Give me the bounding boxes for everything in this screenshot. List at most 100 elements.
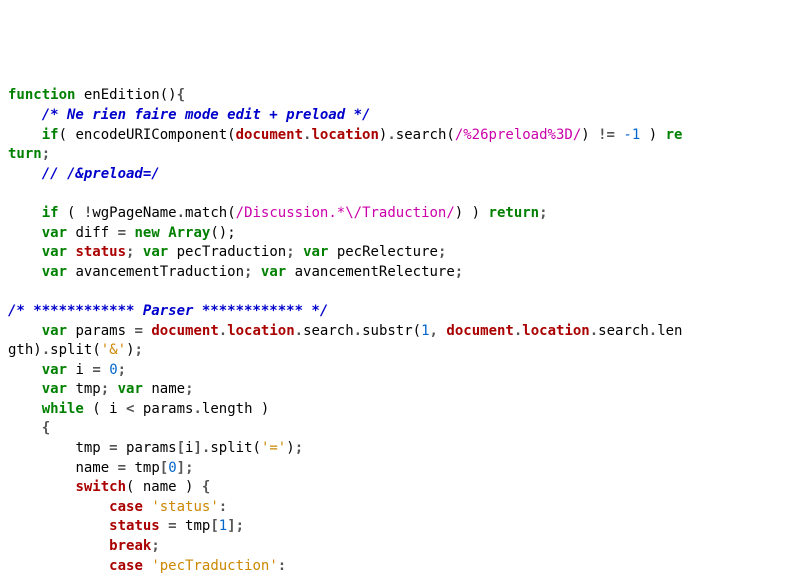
comment: /* Ne rien faire mode edit + preload */ [42,107,371,123]
object-document: document [446,323,513,339]
bracket-open: [ [177,440,185,456]
class-array: Array [168,225,210,241]
keyword-new: new [134,225,159,241]
paren-close: ) [286,440,294,456]
semicolon: ; [185,381,193,397]
keyword-var: var [303,244,328,260]
semicolon: ; [135,342,143,358]
string: '=' [261,440,286,456]
prop-search: search [303,323,354,339]
keyword-while: while [42,401,84,417]
brace-open: { [42,420,50,436]
paren-close: ) [649,127,657,143]
bracket-close: ] [193,440,201,456]
semicolon: ; [539,205,547,221]
paren-open: ( [413,323,421,339]
semicolon: ; [295,440,303,456]
method-split: split [50,342,92,358]
string: 'status' [151,499,218,515]
semicolon: ; [101,381,109,397]
object-location: location [227,323,294,339]
op-assign: = [134,323,142,339]
keyword-var: var [42,264,67,280]
colon: : [278,558,286,574]
dot: . [295,323,303,339]
semicolon: ; [118,362,126,378]
identifier: tmp [67,381,101,397]
dot: . [42,342,50,358]
op-assign: = [92,362,100,378]
identifier-status: status [75,244,126,260]
identifier: avancementRelecture [286,264,455,280]
identifier: tmp [177,518,211,534]
brace-open: { [202,479,210,495]
identifier: params [118,440,177,456]
paren-close: ) [253,401,270,417]
number: 0 [168,460,176,476]
identifier: tmp [126,460,160,476]
bracket-open: [ [160,460,168,476]
keyword-switch: switch [75,479,126,495]
identifier: name [134,479,185,495]
keyword-if: if [42,127,59,143]
dot: . [387,127,395,143]
semicolon: ; [185,460,193,476]
identifier: i [109,401,126,417]
keyword-case: case [109,558,143,574]
identifier: name [143,381,185,397]
prop-gth: gth [8,342,33,358]
paren-close: ) [463,205,488,221]
method-split: split [210,440,252,456]
fn-call: encodeURIComponent [67,127,227,143]
regex: /%26preload%3D/ [455,127,581,143]
semicolon: ; [236,518,244,534]
identifier: params [67,323,134,339]
parens: (); [210,225,235,241]
object-document: document [236,127,303,143]
code-block: function enEdition(){ /* Ne rien faire m… [8,87,682,573]
semicolon: ; [438,244,446,260]
keyword-return-part: re [666,127,683,143]
identifier: name [75,460,117,476]
paren-open: ( [227,127,235,143]
identifier: wgPageName [92,205,176,221]
op-assign: = [109,440,117,456]
paren-open: ( [59,127,67,143]
comment: // /&preload=/ [42,166,160,182]
identifier: diff [67,225,118,241]
number: -1 [623,127,640,143]
brace-open: { [177,87,185,103]
keyword-var: var [42,381,67,397]
dot: . [649,323,657,339]
dot: . [590,323,598,339]
object-location: location [311,127,378,143]
comma: , [430,323,438,339]
prop-length: length [202,401,253,417]
dot: . [193,401,201,417]
semicolon: ; [42,146,50,162]
paren-open: ( [446,127,454,143]
bracket-close: ] [177,460,185,476]
number: 1 [421,323,429,339]
identifier: params [134,401,193,417]
dot: . [177,205,185,221]
bracket-close: ] [227,518,235,534]
string: 'pecTraduction' [151,558,277,574]
identifier-status: status [109,518,160,534]
keyword-return-part: turn [8,146,42,162]
keyword-var: var [42,225,67,241]
op-assign: = [118,225,126,241]
paren-close: ) [126,342,134,358]
method-match: match [185,205,227,221]
semicolon: ; [151,538,159,554]
identifier: avancementTraduction [67,264,244,280]
keyword-case: case [109,499,143,515]
method-search: search [396,127,447,143]
keyword-var: var [118,381,143,397]
keyword-var: var [143,244,168,260]
op-assign: = [118,460,126,476]
identifier: pecRelecture [328,244,438,260]
keyword-var: var [42,244,67,260]
identifier: tmp [75,440,109,456]
string: '&' [101,342,126,358]
